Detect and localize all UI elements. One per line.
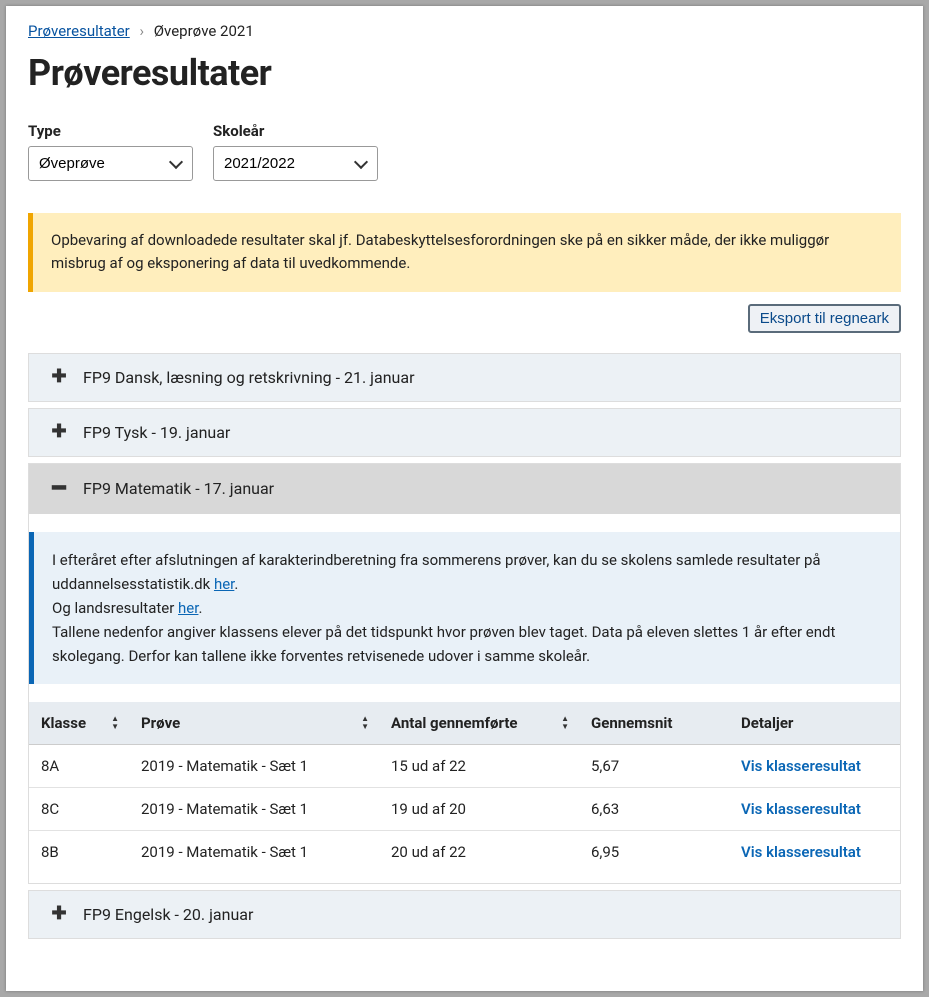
page-title: Prøveresultater [28,52,901,94]
chevron-right-icon: › [139,22,144,40]
stats-link-national[interactable]: her [178,599,198,617]
view-class-result-link[interactable]: Vis klasseresultat [741,843,861,861]
cell-prove: 2019 - Matematik - Sæt 1 [129,830,379,873]
info-line3: Tallene nedenfor angiver klassens elever… [52,623,835,665]
filter-year-label: Skoleår [213,122,378,140]
col-klasse[interactable]: Klasse ▲▼ [29,702,129,745]
stats-link-school[interactable]: her [214,575,234,593]
accordion-item-matematik: ━ FP9 Matematik - 17. januar I efteråret… [28,463,901,884]
accordion-item-dansk: ✚ FP9 Dansk, læsning og retskrivning - 2… [28,353,901,402]
filter-type-label: Type [28,122,193,140]
breadcrumb-current: Øveprøve 2021 [154,22,254,40]
info-line1: I efteråret efter afslutningen af karakt… [52,551,821,593]
cell-gennemsnit: 6,95 [579,830,729,873]
col-detaljer: Detaljer [729,702,900,745]
cell-klasse: 8B [29,830,129,873]
accordion-header[interactable]: ✚ FP9 Engelsk - 20. januar [29,891,900,938]
accordion-title: FP9 Engelsk - 20. januar [83,905,253,924]
cell-antal: 19 ud af 20 [379,787,579,830]
col-klasse-label: Klasse [41,714,86,732]
accordion-header[interactable]: ━ FP9 Matematik - 17. januar [29,464,900,514]
breadcrumb: Prøveresultater › Øveprøve 2021 [28,22,901,40]
cell-klasse: 8A [29,744,129,787]
table-row: 8C 2019 - Matematik - Sæt 1 19 ud af 20 … [29,787,900,830]
accordion-body: I efteråret efter afslutningen af karakt… [29,514,900,883]
filter-type: Type Øveprøve [28,122,193,181]
filter-type-select[interactable]: Øveprøve [28,146,193,181]
col-gennemsnit-label: Gennemsnit [591,714,672,732]
accordion-item-engelsk: ✚ FP9 Engelsk - 20. januar [28,890,901,939]
col-antal[interactable]: Antal gennemførte ▲▼ [379,702,579,745]
accordion-title: FP9 Matematik - 17. januar [83,479,274,498]
cell-antal: 15 ud af 22 [379,744,579,787]
accordion-title: FP9 Tysk - 19. januar [83,423,230,442]
breadcrumb-root-link[interactable]: Prøveresultater [28,22,130,40]
col-prove[interactable]: Prøve ▲▼ [129,702,379,745]
col-prove-label: Prøve [141,714,180,732]
view-class-result-link[interactable]: Vis klasseresultat [741,800,861,818]
accordion-header[interactable]: ✚ FP9 Tysk - 19. januar [29,409,900,456]
cell-gennemsnit: 6,63 [579,787,729,830]
sort-icon: ▲▼ [361,715,369,731]
accordion-item-tysk: ✚ FP9 Tysk - 19. januar [28,408,901,457]
plus-icon: ✚ [47,905,71,923]
col-detaljer-label: Detaljer [741,714,793,732]
info-box: I efteråret efter afslutningen af karakt… [29,532,900,684]
results-table: Klasse ▲▼ Prøve ▲▼ Antal gennemførte ▲▼ [29,702,900,873]
export-button[interactable]: Eksport til regneark [748,304,901,333]
cell-gennemsnit: 5,67 [579,744,729,787]
filters: Type Øveprøve Skoleår 2021/2022 [28,122,901,181]
data-protection-warning: Opbevaring af downloadede resultater ska… [28,213,901,292]
table-row: 8B 2019 - Matematik - Sæt 1 20 ud af 22 … [29,830,900,873]
table-row: 8A 2019 - Matematik - Sæt 1 15 ud af 22 … [29,744,900,787]
filter-year-select[interactable]: 2021/2022 [213,146,378,181]
cell-antal: 20 ud af 22 [379,830,579,873]
accordion-title: FP9 Dansk, læsning og retskrivning - 21.… [83,368,415,387]
minus-icon: ━ [47,478,71,500]
cell-prove: 2019 - Matematik - Sæt 1 [129,787,379,830]
col-gennemsnit: Gennemsnit [579,702,729,745]
sort-icon: ▲▼ [111,715,119,731]
cell-klasse: 8C [29,787,129,830]
filter-year: Skoleår 2021/2022 [213,122,378,181]
cell-prove: 2019 - Matematik - Sæt 1 [129,744,379,787]
accordion-header[interactable]: ✚ FP9 Dansk, læsning og retskrivning - 2… [29,354,900,401]
col-antal-label: Antal gennemførte [391,714,518,732]
plus-icon: ✚ [47,423,71,441]
view-class-result-link[interactable]: Vis klasseresultat [741,757,861,775]
sort-icon: ▲▼ [561,715,569,731]
plus-icon: ✚ [47,368,71,386]
info-line2: Og landsresultater [52,599,178,617]
